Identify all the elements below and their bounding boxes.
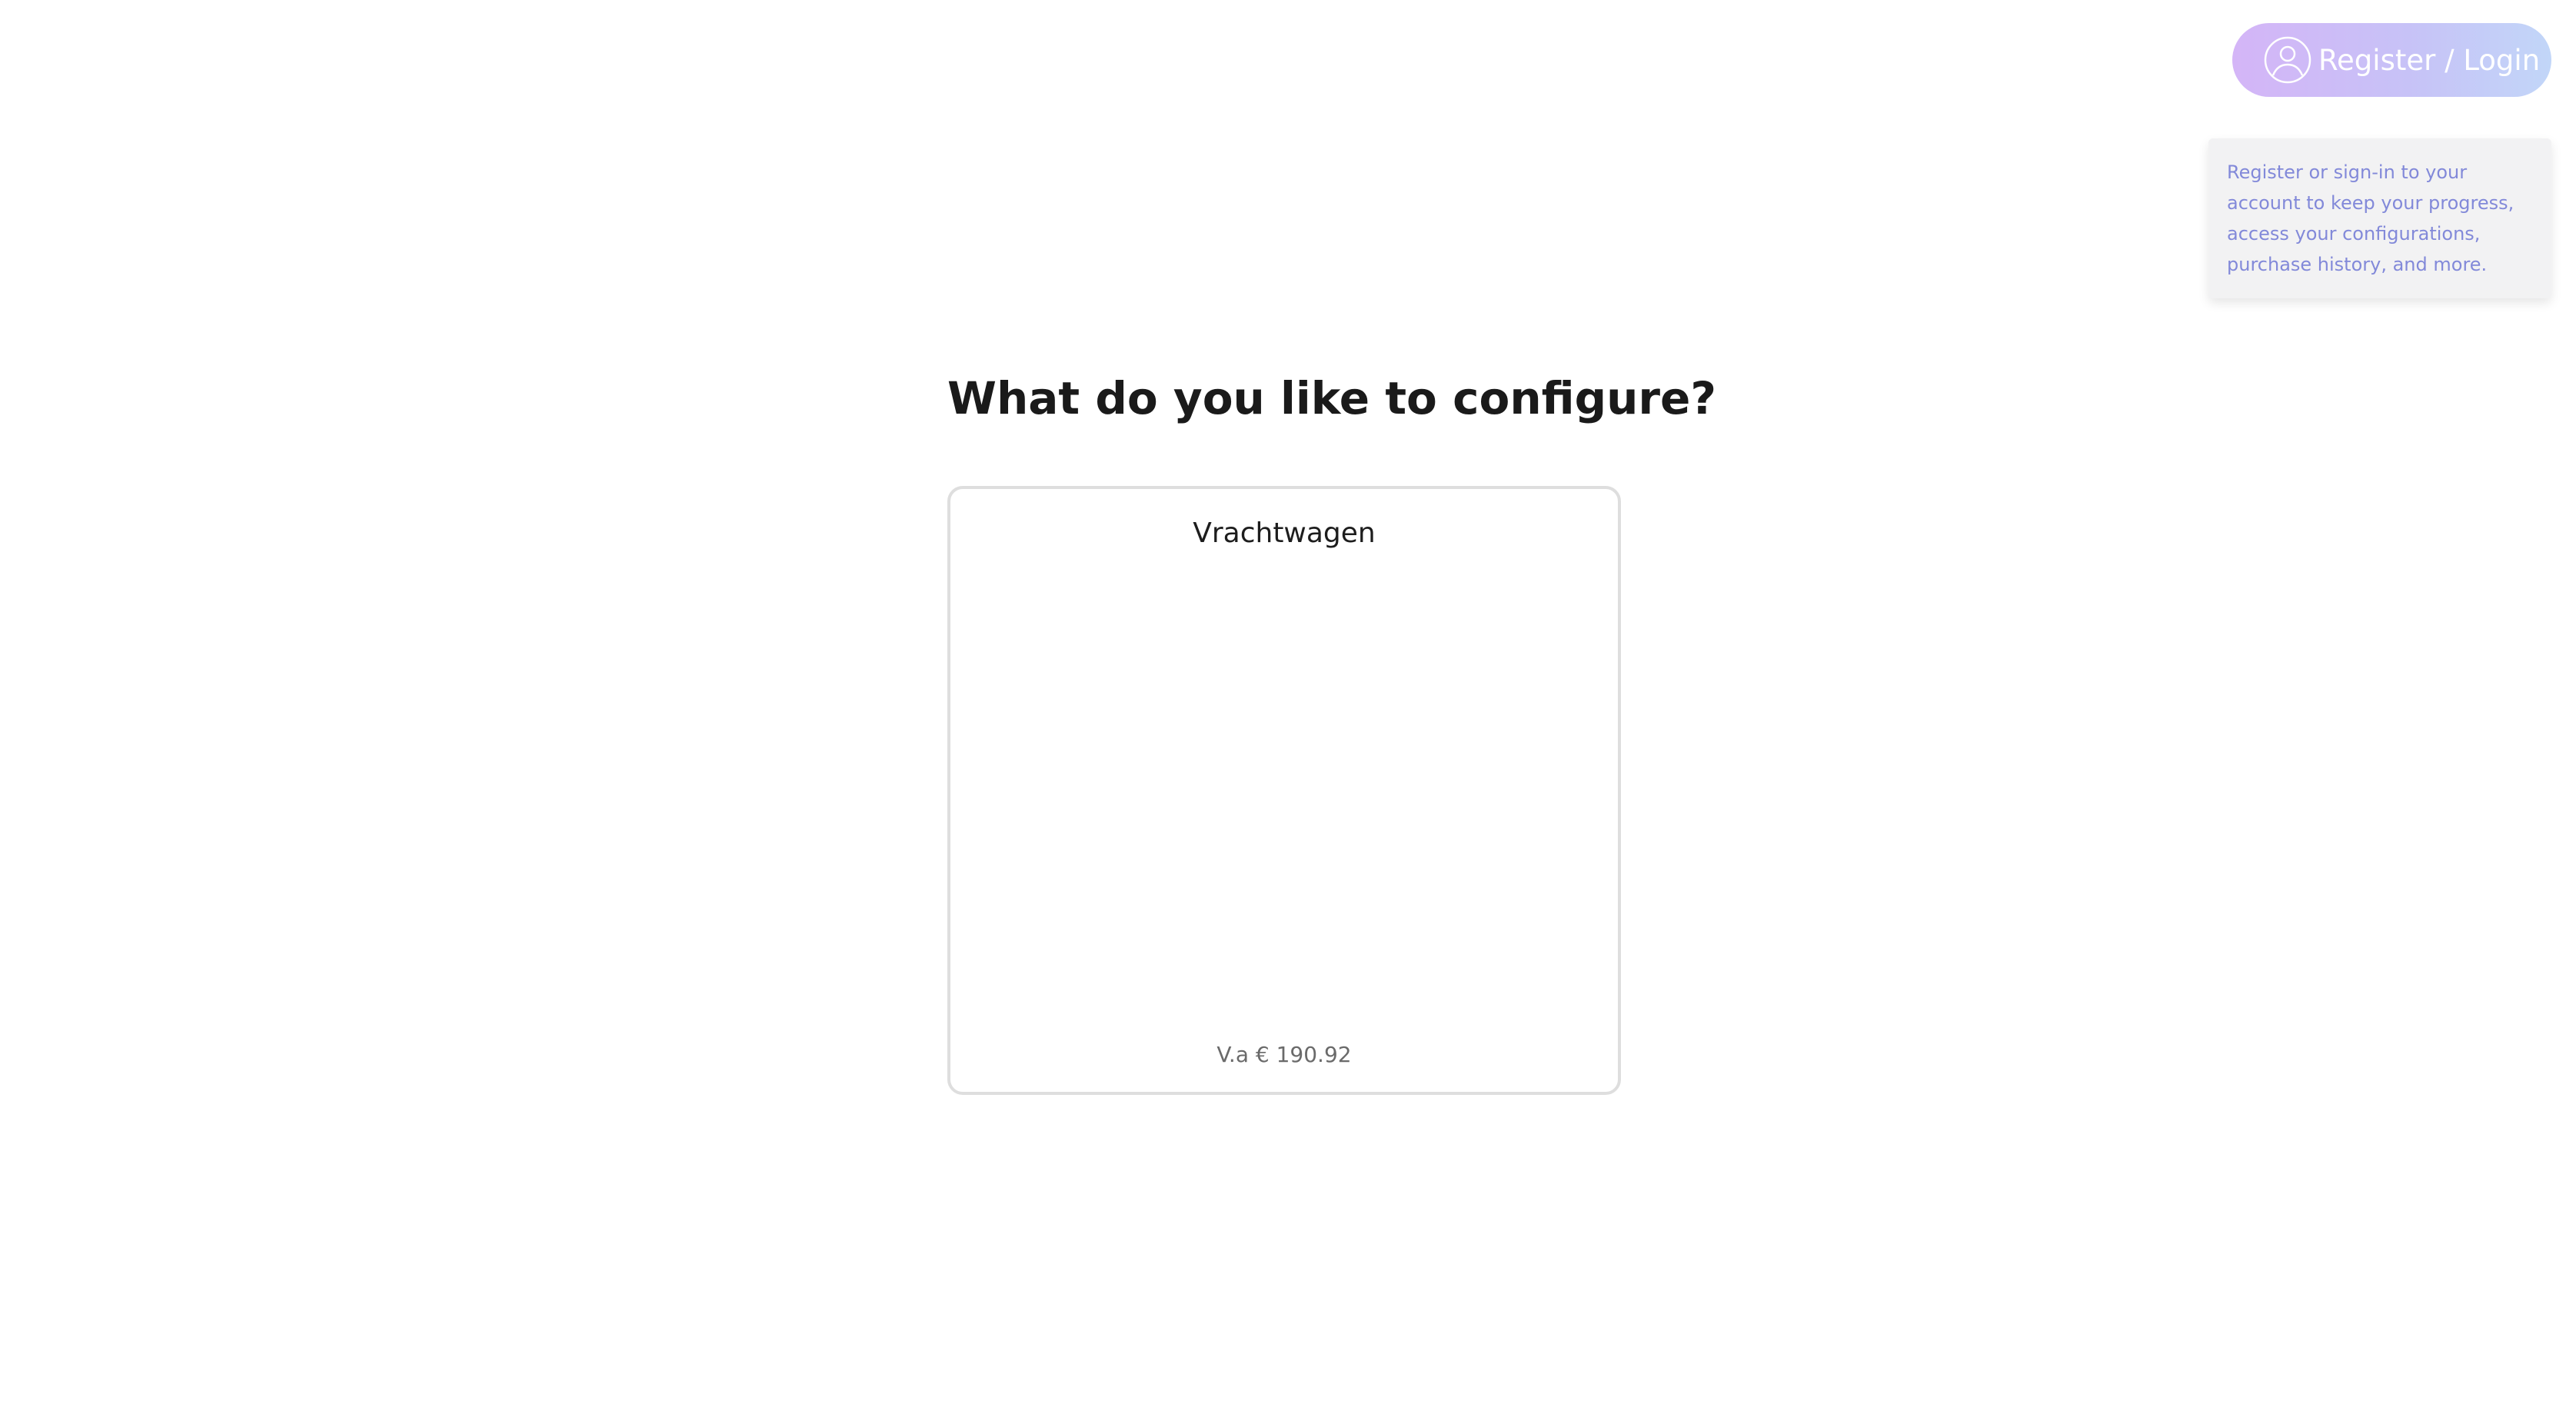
page-title: What do you like to configure?	[947, 372, 1716, 424]
product-card-title: Vrachtwagen	[1193, 517, 1376, 549]
product-card-price: V.a € 190.92	[1216, 1042, 1352, 1067]
user-circle-icon	[2264, 36, 2311, 84]
product-card-vrachtwagen[interactable]: Vrachtwagen V.a € 190.92	[947, 486, 1621, 1095]
product-image-area	[981, 574, 1587, 1007]
register-login-button[interactable]: Register / Login	[2232, 23, 2551, 97]
login-tooltip: Register or sign-in to your account to k…	[2208, 138, 2551, 298]
register-login-label: Register / Login	[2318, 43, 2541, 77]
